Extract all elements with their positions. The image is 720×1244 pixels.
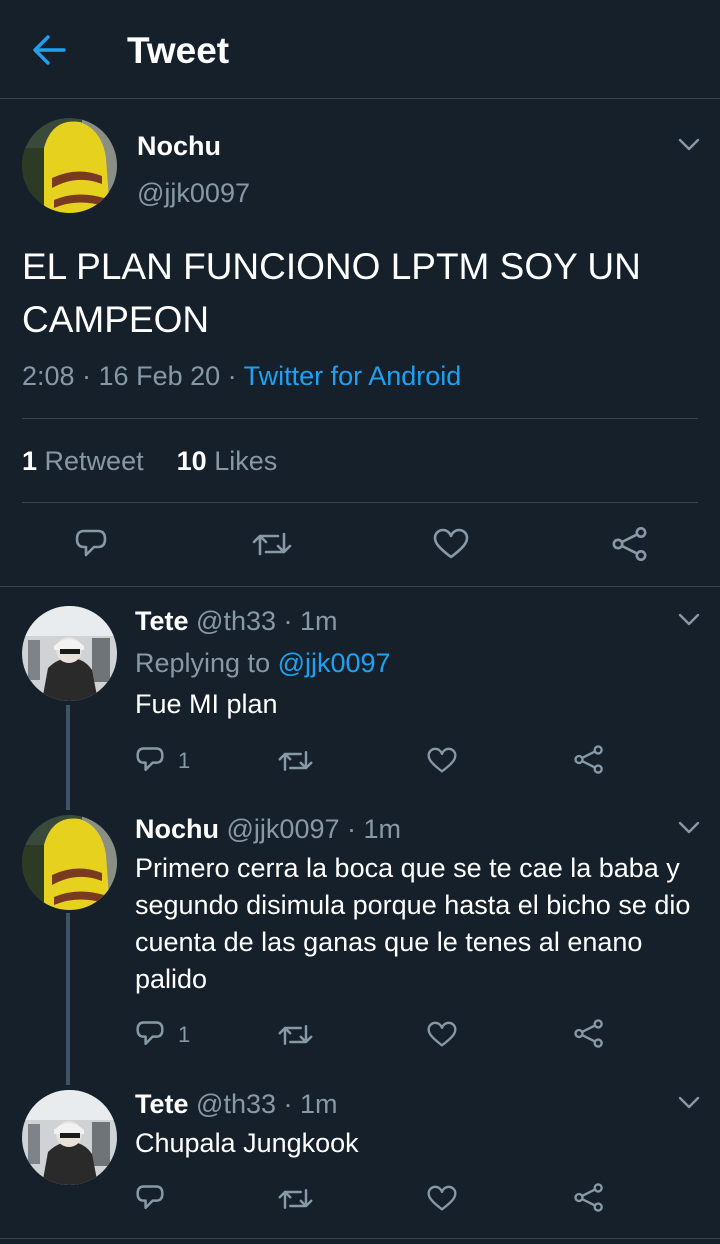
tweet-source-link[interactable]: Twitter for Android xyxy=(244,361,462,391)
tweet-meta: 2:08 · 16 Feb 20 · Twitter for Android xyxy=(22,361,461,392)
avatar[interactable] xyxy=(22,815,117,910)
reply-header: Nochu @jjk0097 · 1m xyxy=(135,814,401,845)
chevron-down-icon[interactable] xyxy=(678,613,700,627)
like-label: Likes xyxy=(214,446,278,476)
replying-to-link[interactable]: @jjk0097 xyxy=(278,648,391,678)
tweet-stats: 1 Retweet 10 Likes xyxy=(22,446,277,477)
tweet-text: EL PLAN FUNCIONO LPTM SOY UN CAMPEON xyxy=(22,246,641,340)
thread-line xyxy=(66,913,70,1085)
share-icon[interactable] xyxy=(612,527,648,561)
avatar[interactable] xyxy=(22,1090,117,1185)
reply-icon[interactable] xyxy=(74,527,108,561)
divider xyxy=(22,502,698,503)
thread-line xyxy=(66,705,70,810)
replying-to: Replying to @jjk0097 xyxy=(135,648,391,679)
reply-author-name[interactable]: Nochu xyxy=(135,814,219,844)
reply-count: 1 xyxy=(178,1022,191,1047)
retweet-icon[interactable] xyxy=(278,1185,313,1213)
avatar[interactable] xyxy=(22,118,117,213)
top-bar: Tweet xyxy=(0,0,720,99)
author-handle[interactable]: @jjk0097 xyxy=(137,178,250,209)
avatar[interactable] xyxy=(22,606,117,701)
retweet-icon[interactable] xyxy=(252,528,292,560)
retweet-icon[interactable] xyxy=(278,747,313,775)
reply-text: Chupala Jungkook xyxy=(135,1128,359,1158)
retweet-label: Retweet xyxy=(44,446,144,476)
like-icon[interactable] xyxy=(433,528,469,560)
back-arrow-icon[interactable] xyxy=(32,34,66,66)
divider xyxy=(22,418,698,419)
reply-author-name[interactable]: Tete xyxy=(135,1089,189,1119)
reply-count: 1 xyxy=(178,748,191,773)
page-title: Tweet xyxy=(127,30,230,71)
author-name[interactable]: Nochu xyxy=(137,131,221,162)
share-icon[interactable] xyxy=(574,1183,604,1212)
reply-author-handle[interactable]: @th33 · 1m xyxy=(196,1089,337,1119)
like-stat[interactable]: 10 Likes xyxy=(177,446,278,476)
reply-author-handle[interactable]: @th33 · 1m xyxy=(196,606,337,636)
reply-author-handle[interactable]: @jjk0097 · 1m xyxy=(227,814,401,844)
reply-author-name[interactable]: Tete xyxy=(135,606,189,636)
share-icon[interactable] xyxy=(574,1019,604,1048)
chevron-down-icon[interactable] xyxy=(678,138,700,152)
retweet-count: 1 xyxy=(22,446,38,476)
replying-to-label: Replying to xyxy=(135,648,278,678)
reply-icon[interactable] xyxy=(135,1183,165,1213)
divider xyxy=(0,1238,720,1239)
tweet-timestamp: 2:08 · 16 Feb 20 · xyxy=(22,361,244,391)
chevron-down-icon[interactable] xyxy=(678,1096,700,1110)
reply-text: Primero cerra la boca que se te cae la b… xyxy=(135,853,691,994)
like-icon[interactable] xyxy=(427,747,457,774)
reply-icon[interactable] xyxy=(135,1019,165,1049)
retweet-icon[interactable] xyxy=(278,1021,313,1049)
reply-icon[interactable] xyxy=(135,745,165,775)
reply-text: Fue MI plan xyxy=(135,689,278,719)
retweet-stat[interactable]: 1 Retweet xyxy=(22,446,144,476)
reply-header: Tete @th33 · 1m xyxy=(135,1089,338,1120)
like-icon[interactable] xyxy=(427,1185,457,1212)
like-count: 10 xyxy=(176,446,207,476)
reply-header: Tete @th33 · 1m xyxy=(135,606,338,637)
chevron-down-icon[interactable] xyxy=(678,821,700,835)
like-icon[interactable] xyxy=(427,1021,457,1048)
divider xyxy=(0,586,720,587)
share-icon[interactable] xyxy=(574,745,604,774)
